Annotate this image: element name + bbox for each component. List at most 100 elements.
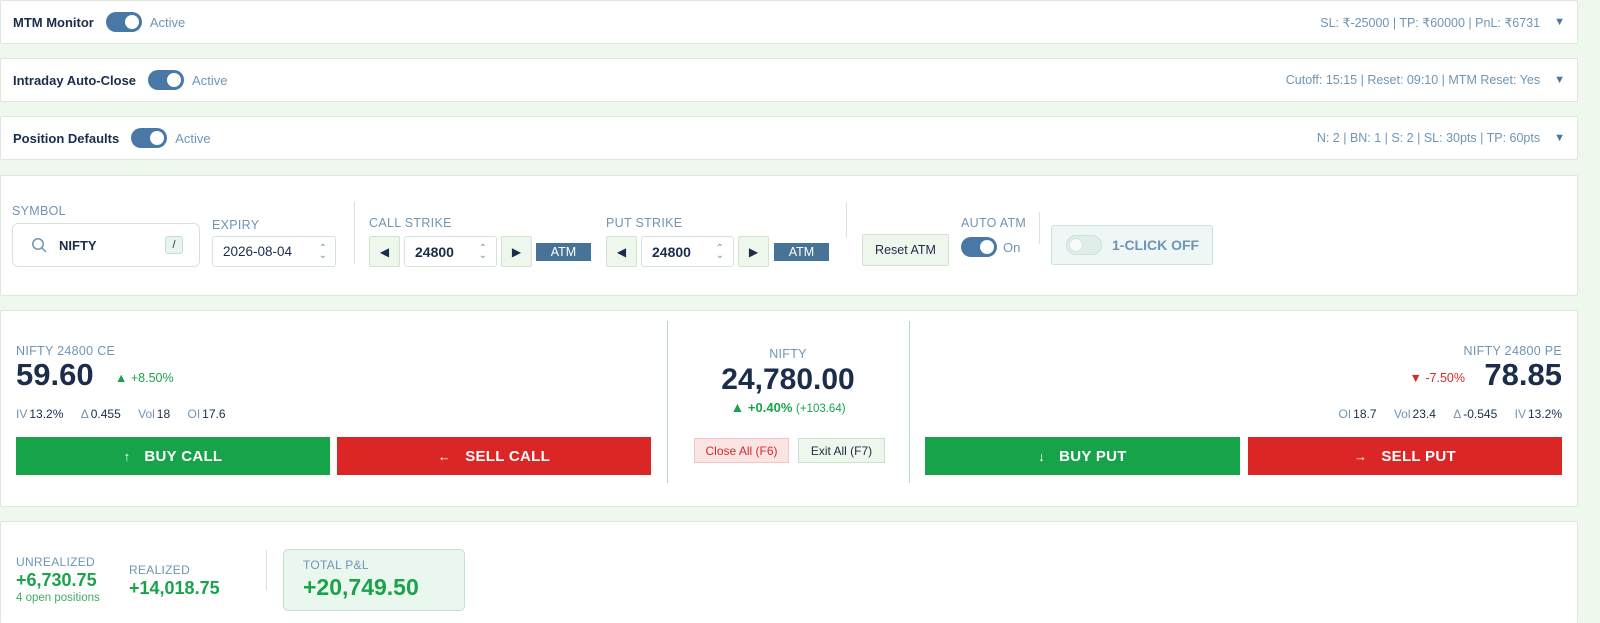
- call-change: ▲ +8.50%: [115, 371, 174, 385]
- divider: [846, 202, 847, 238]
- one-click-toggle[interactable]: 1-CLICK OFF: [1051, 225, 1213, 265]
- arrow-up-icon: ↑: [123, 448, 131, 464]
- down-triangle-icon: ▼: [1409, 371, 1422, 385]
- arrow-down-icon: ↓: [1038, 448, 1046, 464]
- up-down-icon: ⌃ ⌄: [318, 242, 327, 261]
- put-strike-input[interactable]: 24800 ⌃ ⌄: [641, 236, 734, 267]
- call-strike-value: 24800: [415, 243, 454, 260]
- call-iv: 13.2%: [29, 407, 64, 421]
- auto-atm-toggle[interactable]: [961, 237, 997, 257]
- buy-put-label: BUY PUT: [1059, 447, 1127, 465]
- iv-label: IV: [16, 407, 28, 421]
- intraday-title: Intraday Auto-Close: [13, 72, 137, 88]
- call-atm-button[interactable]: ATM: [536, 243, 591, 261]
- put-vol: 23.4: [1412, 407, 1436, 421]
- toggle-knob: [1069, 238, 1083, 252]
- toggle-knob: [150, 131, 165, 145]
- call-delta: 0.455: [90, 407, 121, 421]
- buy-call-label: BUY CALL: [144, 447, 223, 465]
- put-iv: 13.2%: [1527, 407, 1562, 421]
- index-center: NIFTY 24,780.00 ▲ +0.40% (+103.64): [668, 347, 908, 415]
- arrow-left-icon: ←: [437, 448, 452, 464]
- symbol-label: SYMBOL: [12, 204, 66, 218]
- put-option-name: NIFTY 24800 PE: [1463, 344, 1562, 358]
- symbol-input[interactable]: NIFTY /: [12, 223, 200, 267]
- put-strike-increment-button[interactable]: ▶: [738, 236, 769, 267]
- intraday-summary: Cutoff: 15:15 | Reset: 09:10 | MTM Reset…: [1285, 73, 1541, 87]
- chevron-down-icon[interactable]: ▼: [1554, 16, 1565, 28]
- intraday-autoclose-bar[interactable]: Intraday Auto-Close Active Cutoff: 15:15…: [0, 58, 1578, 102]
- put-change-value: -7.50%: [1425, 371, 1465, 385]
- index-name: NIFTY: [769, 347, 807, 361]
- call-change-value: +8.50%: [130, 371, 174, 385]
- put-delta: -0.545: [1463, 407, 1498, 421]
- expiry-value: 2026-08-04: [223, 244, 293, 259]
- total-pnl-value: +20,749.50: [303, 574, 419, 600]
- chevron-down-icon[interactable]: ▼: [1554, 132, 1565, 144]
- mtm-monitor-summary: SL: ₹-25000 | TP: ₹60000 | PnL: ₹6731: [1320, 15, 1541, 30]
- symbol-shortcut-badge: /: [165, 236, 183, 254]
- arrow-right-icon: →: [1354, 448, 1368, 464]
- buy-put-button[interactable]: ↓ BUY PUT: [925, 437, 1240, 475]
- trading-panel: NIFTY 24800 CE 59.60 ▲ +8.50% IV 13.2% Δ0…: [0, 310, 1578, 507]
- total-pnl-label: TOTAL P&L: [303, 558, 369, 572]
- iv-label: IV: [1514, 407, 1526, 421]
- toggle-knob: [124, 15, 139, 29]
- intraday-toggle[interactable]: [148, 70, 185, 90]
- reset-atm-button[interactable]: Reset ATM: [862, 234, 949, 266]
- divider: [909, 321, 910, 483]
- call-vol: 18: [156, 407, 171, 421]
- position-defaults-bar[interactable]: Position Defaults Active N: 2 | BN: 1 | …: [0, 116, 1578, 160]
- defaults-toggle[interactable]: [131, 128, 168, 148]
- up-triangle-icon: ▲: [115, 371, 128, 385]
- divider: [354, 202, 355, 264]
- divider: [266, 550, 267, 590]
- mtm-monitor-state: Active: [149, 14, 186, 30]
- sell-call-button[interactable]: ← SELL CALL: [337, 437, 651, 475]
- call-strike-increment-button[interactable]: ▶: [501, 236, 532, 267]
- put-strike-label: PUT STRIKE: [606, 216, 683, 230]
- defaults-summary: N: 2 | BN: 1 | S: 2 | SL: 30pts | TP: 60…: [1316, 131, 1541, 145]
- sell-call-label: SELL CALL: [465, 447, 551, 465]
- toggle-knob: [980, 240, 994, 254]
- divider: [1039, 212, 1040, 244]
- symbol-value: NIFTY: [59, 237, 97, 253]
- expiry-select[interactable]: 2026-08-04 ⌃ ⌄: [212, 236, 336, 267]
- defaults-title: Position Defaults: [13, 130, 120, 146]
- mtm-monitor-bar[interactable]: MTM Monitor Active SL: ₹-25000 | TP: ₹60…: [0, 0, 1578, 44]
- delta-label: Δ: [1453, 407, 1462, 421]
- put-price: 78.85: [1484, 357, 1562, 392]
- realized-value: +14,018.75: [129, 578, 220, 598]
- search-icon: [31, 237, 47, 253]
- controls-panel: SYMBOL NIFTY / EXPIRY 2026-08-04 ⌃ ⌄ CALL…: [0, 175, 1578, 296]
- open-positions-count: 4 open positions: [16, 592, 100, 604]
- one-click-switch: [1066, 235, 1102, 255]
- call-strike-decrement-button[interactable]: ◀: [369, 236, 400, 267]
- pnl-panel: UNREALIZED +6,730.75 4 open positions RE…: [0, 521, 1578, 623]
- delta-label: Δ: [80, 407, 89, 421]
- put-greeks: OI 18.7 Vol 23.4 Δ -0.545 IV 13.2%: [1338, 407, 1562, 421]
- vol-label: Vol: [1393, 407, 1411, 421]
- total-pnl-card: TOTAL P&L +20,749.50: [283, 549, 465, 611]
- mtm-monitor-toggle[interactable]: [105, 12, 142, 32]
- up-triangle-icon: ▲: [730, 399, 745, 415]
- oi-label: OI: [187, 407, 201, 421]
- put-atm-button[interactable]: ATM: [774, 243, 829, 261]
- put-strike-decrement-button[interactable]: ◀: [606, 236, 637, 267]
- chevron-down-icon[interactable]: ▼: [1554, 74, 1565, 86]
- call-option-name: NIFTY 24800 CE: [16, 344, 116, 358]
- call-greeks: IV 13.2% Δ 0.455 Vol 18 OI 17.6: [16, 407, 226, 421]
- vol-label: Vol: [138, 407, 155, 421]
- call-oi: 17.6: [202, 407, 226, 421]
- exit-all-button[interactable]: Exit All (F7): [798, 438, 885, 463]
- sell-put-button[interactable]: → SELL PUT: [1248, 437, 1562, 475]
- close-all-button[interactable]: Close All (F6): [694, 438, 789, 463]
- call-strike-input[interactable]: 24800 ⌃ ⌄: [404, 236, 497, 267]
- auto-atm-state: On: [1003, 240, 1021, 255]
- index-change: ▲ +0.40% (+103.64): [668, 399, 908, 415]
- unrealized-label: UNREALIZED: [16, 555, 96, 569]
- expiry-label: EXPIRY: [212, 218, 260, 232]
- buy-call-button[interactable]: ↑ BUY CALL: [16, 437, 330, 475]
- defaults-state: Active: [175, 130, 211, 146]
- call-strike-label: CALL STRIKE: [369, 216, 452, 230]
